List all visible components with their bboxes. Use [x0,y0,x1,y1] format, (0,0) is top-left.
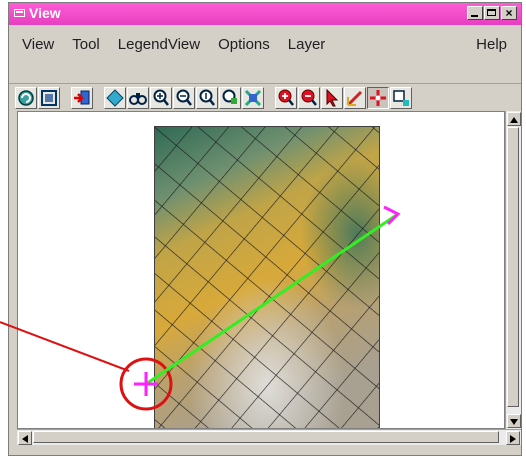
measure-icon [346,90,363,107]
zoom-in-icon [153,89,169,106]
add-layer-button[interactable] [71,87,93,109]
zoom-in-red-icon [278,89,294,106]
scroll-right-button[interactable] [506,431,520,445]
arrow-down-icon [510,419,518,425]
scroll-up-button[interactable] [507,112,521,126]
zoom-out-red-button[interactable] [298,87,320,109]
select-arrow-icon [326,88,339,107]
window-controls: × [467,6,517,20]
menu-help[interactable]: Help [467,36,521,53]
zoom-in-button[interactable] [150,87,172,109]
tool-box-button[interactable] [390,87,412,109]
arrow-left-icon [22,435,28,443]
view-window: View × View Tool LegendView Options Laye… [8,2,522,456]
menu-options[interactable]: Options [209,36,279,53]
zoom-to-layer-icon [244,89,262,107]
legend-icon [106,89,124,107]
vertical-scrollbar[interactable] [505,111,521,429]
terrain-grid-image [155,127,379,428]
redraw-button[interactable] [15,87,37,109]
arrow-up-icon [510,117,518,123]
full-view-button[interactable] [38,87,60,109]
close-button[interactable]: × [501,6,517,20]
zoom-out-red-icon [301,89,317,106]
map-canvas[interactable] [17,111,505,429]
zoom-box-icon [222,89,237,104]
vertical-scroll-thumb[interactable] [507,127,519,407]
zoom-1x-button[interactable] [196,87,218,109]
zoom-in-red-button[interactable] [275,87,297,109]
zoom-out-icon [176,89,192,106]
window-icon [14,9,25,17]
zoom-1x-icon [199,89,215,106]
menu-layer[interactable]: Layer [279,36,335,53]
add-layer-icon [74,90,90,105]
menu-bar: View Tool LegendView Options Layer Help [9,25,521,63]
maximize-button[interactable] [484,6,500,20]
binoculars-button[interactable] [127,87,149,109]
menu-legendview[interactable]: LegendView [109,36,209,53]
measure-button[interactable] [344,87,366,109]
arrow-right-icon [510,435,516,443]
crosshair-button[interactable] [367,87,389,109]
redraw-icon [18,90,34,106]
raster-image[interactable] [154,126,380,428]
scroll-down-button[interactable] [507,414,521,428]
horizontal-scroll-thumb[interactable] [33,431,499,443]
tool-box-icon [393,90,409,106]
menu-view[interactable]: View [9,36,63,53]
minimize-button[interactable] [467,6,483,20]
zoom-out-button[interactable] [173,87,195,109]
full-view-icon [41,90,57,106]
window-title: View [29,5,61,21]
menu-tool[interactable]: Tool [63,36,109,53]
select-arrow-button[interactable] [321,87,343,109]
legend-button[interactable] [104,87,126,109]
toolbar [9,83,521,114]
scroll-left-button[interactable] [18,431,32,445]
zoom-box-button[interactable] [219,87,241,109]
horizontal-scrollbar[interactable] [17,429,521,445]
binoculars-icon [129,93,147,105]
crosshair-icon [370,90,386,106]
title-bar[interactable]: View × [9,3,521,25]
zoom-to-layer-button[interactable] [242,87,264,109]
